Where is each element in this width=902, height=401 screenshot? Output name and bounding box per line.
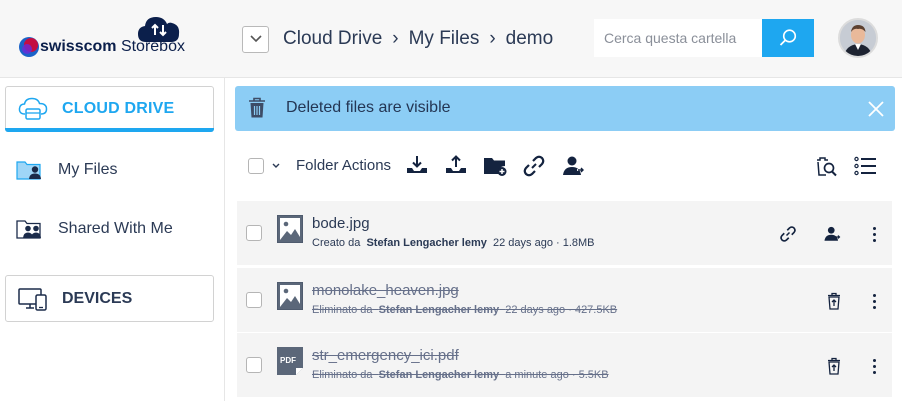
- restore-trash-icon: [828, 292, 840, 310]
- brand-name: swisscom: [40, 38, 117, 55]
- meta-prefix: Eliminato da: [312, 304, 373, 316]
- meta-details: a minute ago · 5.5KB: [505, 369, 609, 381]
- more-options-icon[interactable]: [870, 223, 878, 245]
- restore-button[interactable]: [823, 355, 845, 377]
- chevron-down-icon[interactable]: [271, 159, 281, 173]
- cloud-drive-icon: [18, 97, 48, 120]
- devices-icon: [18, 287, 47, 311]
- folder-actions-menu[interactable]: Folder Actions: [296, 157, 391, 174]
- meta-details: 22 days ago · 427.5KB: [505, 304, 618, 316]
- banner-message: Deleted files are visible: [286, 99, 451, 116]
- share-user-icon: [824, 226, 841, 241]
- link-icon[interactable]: [522, 154, 546, 178]
- active-indicator: [5, 128, 214, 132]
- file-name[interactable]: str_emergency_ici.pdf: [312, 347, 459, 364]
- storebox-logo[interactable]: swisscom Storebox: [16, 14, 216, 64]
- restore-trash-icon: [828, 357, 840, 375]
- file-checkbox[interactable]: [246, 225, 262, 241]
- new-folder-icon[interactable]: [483, 154, 507, 178]
- file-meta: Eliminato da Stefan Lengacher lemy a min…: [312, 369, 609, 381]
- sidebar-item-devices[interactable]: DEVICES: [5, 275, 214, 322]
- sidebar-item-my-files[interactable]: My Files: [16, 155, 118, 185]
- breadcrumb-dropdown-button[interactable]: [242, 25, 269, 53]
- meta-prefix: Creato da: [312, 237, 361, 249]
- chevron-down-icon: [249, 35, 262, 43]
- meta-owner: Stefan Lengacher lemy: [378, 369, 500, 381]
- brand-text: swisscom Storebox: [40, 38, 185, 56]
- storebox-app: swisscom Storebox Cloud Drive › My Files…: [0, 0, 902, 401]
- share-user-icon[interactable]: [561, 154, 585, 178]
- file-meta: Eliminato da Stefan Lengacher lemy 22 da…: [312, 304, 617, 316]
- file-checkbox[interactable]: [246, 292, 262, 308]
- deleted-files-search-icon[interactable]: [814, 154, 838, 178]
- download-icon[interactable]: [405, 154, 429, 178]
- list-view-icon[interactable]: [853, 154, 877, 178]
- file-checkbox[interactable]: [246, 357, 262, 373]
- user-avatar[interactable]: [838, 18, 878, 58]
- file-row[interactable]: monolake_heaven.jpg Eliminato da Stefan …: [237, 268, 892, 332]
- trash-icon: [249, 97, 265, 118]
- pdf-label: PDF: [280, 356, 296, 365]
- more-options-icon[interactable]: [870, 355, 878, 377]
- breadcrumb: Cloud Drive › My Files › demo: [242, 24, 553, 54]
- sidebar-item-shared-with-me[interactable]: Shared With Me: [16, 214, 173, 244]
- top-header: swisscom Storebox Cloud Drive › My Files…: [0, 0, 902, 78]
- meta-owner: Stefan Lengacher lemy: [378, 304, 500, 316]
- pdf-file-icon: PDF: [277, 347, 303, 375]
- deleted-files-banner: Deleted files are visible: [235, 86, 895, 131]
- sidebar-item-label: Shared With Me: [58, 220, 173, 237]
- swisscom-mark-icon: [19, 37, 39, 57]
- breadcrumb-cloud-drive[interactable]: Cloud Drive: [283, 28, 382, 50]
- select-all-checkbox[interactable]: [248, 158, 264, 174]
- user-folder-icon: [16, 161, 41, 180]
- breadcrumb-separator: ›: [392, 28, 399, 49]
- upload-icon[interactable]: [444, 154, 468, 178]
- shared-folder-icon: [16, 220, 41, 239]
- sidebar: CLOUD DRIVE My Files Shared With Me DEVI…: [0, 78, 225, 401]
- product-name: Storebox: [120, 38, 185, 55]
- breadcrumb-demo: demo: [505, 28, 554, 49]
- file-row[interactable]: PDF str_emergency_ici.pdf Eliminato da S…: [237, 333, 892, 397]
- sidebar-item-label: CLOUD DRIVE: [62, 100, 175, 117]
- meta-details: 22 days ago · 1.8MB: [493, 237, 595, 249]
- copy-link-button[interactable]: [777, 223, 799, 245]
- meta-prefix: Eliminato da: [312, 369, 373, 381]
- breadcrumb-my-files[interactable]: My Files: [409, 28, 480, 50]
- user-photo: [840, 20, 876, 56]
- breadcrumb-separator: ›: [489, 28, 496, 49]
- share-button[interactable]: [821, 223, 843, 245]
- sidebar-item-label: My Files: [58, 161, 118, 178]
- meta-owner: Stefan Lengacher lemy: [366, 237, 487, 249]
- close-icon[interactable]: [866, 99, 886, 119]
- search-button[interactable]: [762, 19, 814, 57]
- restore-button[interactable]: [823, 290, 845, 312]
- sidebar-item-label: DEVICES: [62, 289, 133, 307]
- file-row[interactable]: bode.jpg Creato da Stefan Lengacher lemy…: [237, 201, 892, 265]
- image-file-icon: [277, 215, 303, 243]
- folder-toolbar: Folder Actions: [248, 150, 888, 182]
- file-meta: Creato da Stefan Lengacher lemy 22 days …: [312, 237, 595, 249]
- file-name[interactable]: bode.jpg: [312, 215, 370, 232]
- link-icon: [780, 226, 796, 242]
- file-name[interactable]: monolake_heaven.jpg: [312, 282, 459, 299]
- search-input[interactable]: [594, 19, 762, 57]
- search-icon: [779, 29, 797, 46]
- search-box: [594, 19, 814, 57]
- more-options-icon[interactable]: [870, 290, 878, 312]
- image-file-icon: [277, 282, 303, 310]
- sidebar-item-cloud-drive[interactable]: CLOUD DRIVE: [5, 86, 214, 132]
